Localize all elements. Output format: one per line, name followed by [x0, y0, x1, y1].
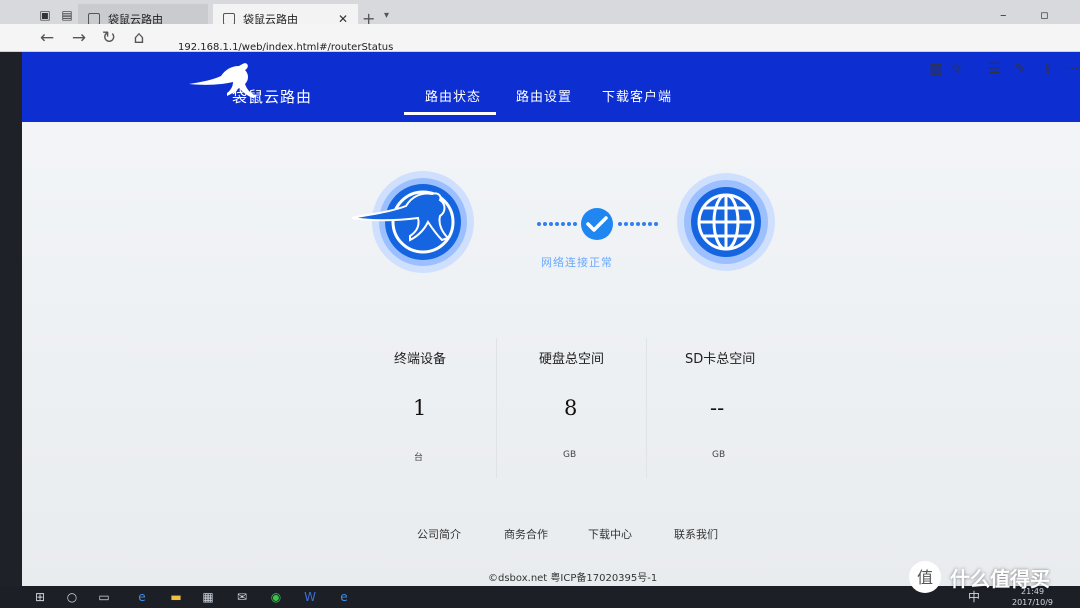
edge-browser-icon[interactable]: e [134, 589, 150, 605]
active-menu-indicator [404, 112, 496, 115]
watermark-text: 什么值得买 [950, 566, 1050, 591]
footer-link-about[interactable]: 公司简介 [417, 526, 461, 542]
file-explorer-icon[interactable]: ▬ [168, 589, 184, 605]
router-status-icon [351, 171, 474, 273]
web-note-icon[interactable]: ✎ [1012, 61, 1028, 77]
disk-space-unit: GB [563, 450, 577, 460]
refresh-icon[interactable]: ↻ [98, 28, 120, 48]
forward-icon[interactable]: → [68, 28, 90, 48]
menu-download-client[interactable]: 下载客户端 [602, 86, 672, 105]
tab-manager-icon[interactable]: ▣ [36, 6, 54, 24]
home-icon[interactable]: ⌂ [128, 28, 150, 48]
terminal-devices-unit: 台 [414, 453, 424, 463]
copyright-text: ©dsbox.net 粤ICP备17020395号-1 [488, 573, 658, 584]
sd-card-space-label: SD卡总空间 [685, 352, 756, 367]
footer-link-business[interactable]: 商务合作 [504, 526, 548, 542]
reading-view-icon[interactable]: ▥ [928, 61, 944, 77]
mail-icon[interactable]: ✉ [234, 589, 250, 605]
word-icon[interactable]: W [302, 589, 318, 605]
maximize-icon[interactable]: ▫ [1040, 8, 1049, 23]
search-icon[interactable]: ○ [64, 589, 80, 605]
minimize-icon[interactable]: – [1000, 8, 1007, 23]
wechat-icon[interactable]: ◉ [268, 589, 284, 605]
task-view-icon[interactable]: ▭ [96, 589, 112, 605]
svg-text:值: 值 [917, 568, 933, 587]
connection-diagram [351, 171, 775, 273]
page-icon [223, 12, 235, 25]
store-icon[interactable]: ▦ [200, 589, 216, 605]
site-header: 袋鼠云路由 路由状态 路由设置 下载客户端 [22, 52, 1080, 122]
sd-card-space-unit: GB [712, 450, 726, 460]
internet-explorer-icon[interactable]: e [336, 589, 352, 605]
hub-icon[interactable]: ☰ [986, 61, 1002, 77]
back-icon[interactable]: ← [36, 28, 58, 48]
stat-divider [496, 338, 497, 478]
footer-link-contact[interactable]: 联系我们 [674, 526, 718, 542]
browser-nav-bar: ← → ↻ ⌂ 192.168.1.1/web/index.html#/rout… [0, 24, 1080, 53]
check-icon [581, 208, 613, 240]
tab-list-chevron-icon[interactable]: ▾ [384, 10, 389, 21]
terminal-devices-value: 1 [413, 396, 427, 420]
menu-router-settings[interactable]: 路由设置 [516, 86, 572, 105]
disk-space-label: 硬盘总空间 [539, 352, 605, 367]
smzdm-logo-icon: 值 [909, 561, 941, 593]
globe-icon [677, 173, 775, 271]
footer-link-download[interactable]: 下载中心 [588, 526, 632, 542]
start-windows-icon[interactable]: ⊞ [32, 589, 48, 605]
stat-divider [646, 338, 647, 478]
logo-text: 袋鼠云路由 [232, 88, 313, 106]
disk-space-value: 8 [564, 396, 578, 420]
share-icon[interactable]: ⇪ [1040, 61, 1056, 77]
sd-card-space-value: -- [710, 396, 725, 420]
terminal-devices-label: 终端设备 [394, 352, 447, 367]
clock-date: 2017/10/9 [1012, 598, 1054, 607]
tab-preview-icon[interactable]: ▤ [58, 6, 76, 24]
smzdm-watermark: 值 什么值得买 [908, 560, 1050, 594]
page-icon [88, 12, 100, 25]
connection-status-text: 网络连接正常 [541, 256, 613, 269]
more-icon[interactable]: ⋯ [1064, 61, 1080, 77]
favorite-star-icon[interactable]: ☆ [948, 61, 964, 77]
menu-router-status[interactable]: 路由状态 [425, 86, 481, 105]
router-status-page: 袋鼠云路由 路由状态 路由设置 下载客户端 网络连接正常 终端设备 1 台 硬盘… [22, 52, 1080, 586]
